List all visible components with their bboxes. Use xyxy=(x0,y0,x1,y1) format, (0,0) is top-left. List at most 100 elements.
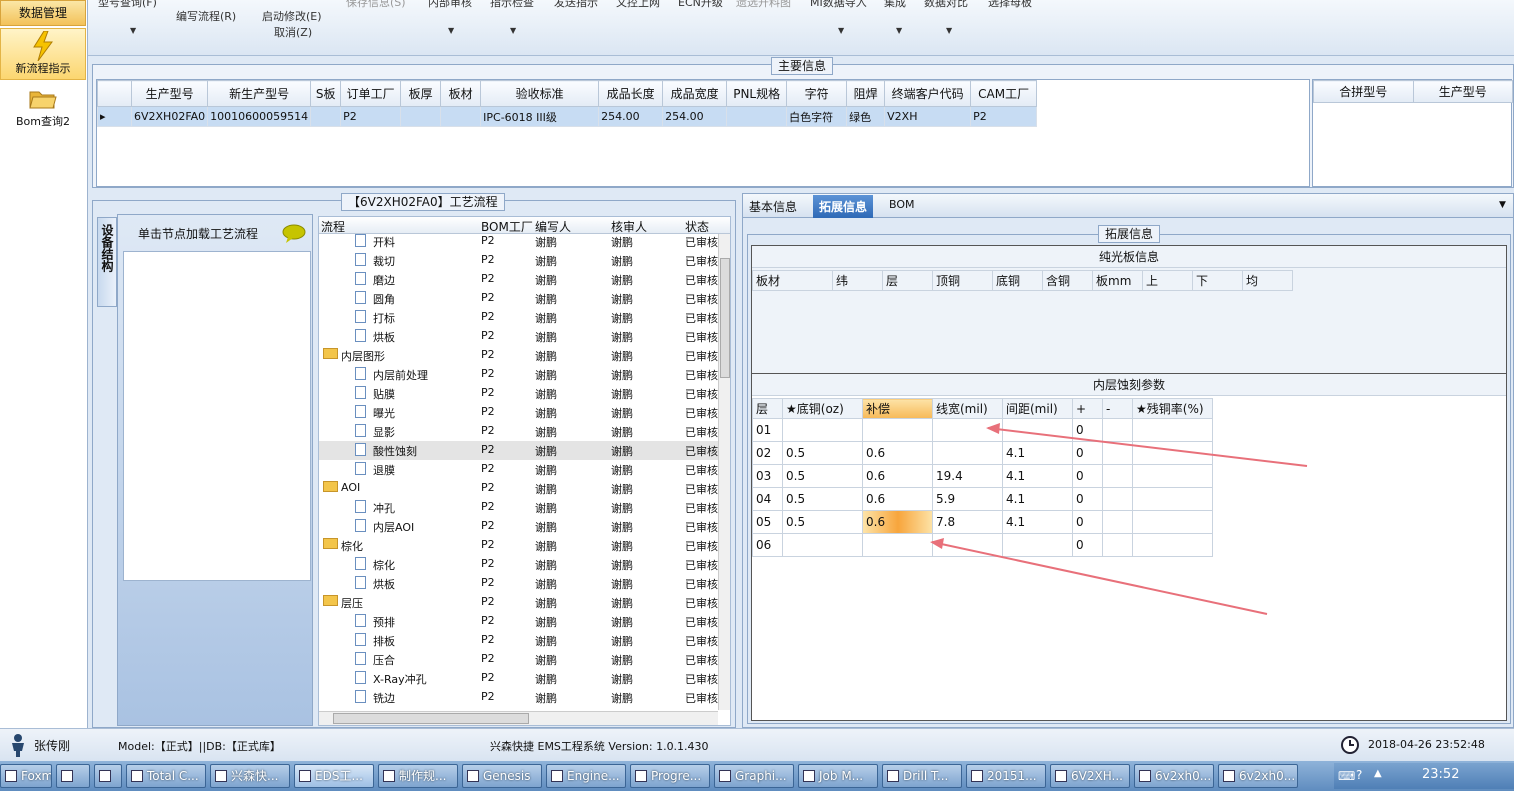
tree-row[interactable]: 贴膜 P2 谢鹏 谢鹏 已审核 xyxy=(319,384,719,403)
tree-row[interactable]: 裁切 P2 谢鹏 谢鹏 已审核 xyxy=(319,251,719,270)
cell[interactable]: P2 xyxy=(340,106,402,127)
toolbar-cancel[interactable]: 取消(Z) xyxy=(274,24,312,40)
toolbar-cutting-chart[interactable]: 遗选开料图 xyxy=(736,0,791,10)
toolbar-write-process[interactable]: 编写流程(R) xyxy=(176,8,236,24)
toolbar-instruction-check[interactable]: 指示检查 xyxy=(490,0,534,10)
toolbar-send-instruction[interactable]: 发送指示 xyxy=(554,0,598,10)
vertical-scrollbar[interactable] xyxy=(718,234,730,710)
tree-row[interactable]: 内层AOI P2 谢鹏 谢鹏 已审核 xyxy=(319,517,719,536)
col-header[interactable]: 生产型号 xyxy=(130,80,209,107)
cell[interactable]: 绿色 xyxy=(846,106,886,127)
tree-row[interactable]: 预排 P2 谢鹏 谢鹏 已审核 xyxy=(319,612,719,631)
col-header[interactable]: 成品长度 xyxy=(598,80,664,107)
scroll-thumb[interactable] xyxy=(333,713,529,724)
taskbar-button[interactable] xyxy=(94,764,122,788)
tree-row[interactable]: 曝光 P2 谢鹏 谢鹏 已审核 xyxy=(319,403,719,422)
chevron-down-icon[interactable]: ▼ xyxy=(896,26,902,35)
taskbar-button[interactable]: Job M... xyxy=(798,764,878,788)
col-header[interactable]: 新生产型号 xyxy=(207,80,312,107)
col-header[interactable]: 终端客户代码 xyxy=(884,80,972,107)
toolbar-ecn-upgrade[interactable]: ECN升级 xyxy=(678,0,723,10)
tree-row[interactable]: 烘板 P2 谢鹏 谢鹏 已审核 xyxy=(319,574,719,593)
taskbar-button[interactable]: 6v2xh0... xyxy=(1218,764,1298,788)
scroll-thumb[interactable] xyxy=(720,258,730,378)
tree-row[interactable]: 退膜 P2 谢鹏 谢鹏 已审核 xyxy=(319,460,719,479)
horizontal-scrollbar[interactable] xyxy=(319,711,718,725)
cell[interactable] xyxy=(440,106,482,127)
tree-row[interactable]: 层压 P2 谢鹏 谢鹏 已审核 xyxy=(319,593,719,612)
cell[interactable] xyxy=(310,106,342,127)
tree-row[interactable]: 棕化 P2 谢鹏 谢鹏 已审核 xyxy=(319,536,719,555)
cell[interactable] xyxy=(726,106,788,127)
tree-row[interactable]: AOI P2 谢鹏 谢鹏 已审核 xyxy=(319,479,719,498)
col-header[interactable]: 验收标准 xyxy=(480,80,600,107)
toolbar-integrate[interactable]: 集成 xyxy=(884,0,906,10)
cell[interactable]: 254.00 xyxy=(662,106,728,127)
toolbar-doc-online[interactable]: 文控上网 xyxy=(616,0,660,10)
tree-row[interactable]: 铣边 P2 谢鹏 谢鹏 已审核 xyxy=(319,688,719,707)
taskbar-button[interactable]: Foxmail xyxy=(0,764,52,788)
tree-row[interactable]: X-Ray冲孔 P2 谢鹏 谢鹏 已审核 xyxy=(319,669,719,688)
tree-row[interactable]: 压合 P2 谢鹏 谢鹏 已审核 xyxy=(319,650,719,669)
cell[interactable]: 6V2XH02FA0 xyxy=(130,106,209,127)
tree-row[interactable]: 烘板 P2 谢鹏 谢鹏 已审核 xyxy=(319,327,719,346)
tab-bom[interactable]: BOM xyxy=(889,198,915,211)
toolbar-internal-review[interactable]: 内部审核 xyxy=(428,0,472,10)
tree-row[interactable]: 开料 P2 谢鹏 谢鹏 已审核 xyxy=(319,232,719,251)
chevron-down-icon[interactable]: ▼ xyxy=(510,26,516,35)
taskbar-button[interactable]: EDS工... xyxy=(294,764,374,788)
chevron-down-icon[interactable]: ▼ xyxy=(130,26,136,35)
taskbar-button[interactable]: Engine... xyxy=(546,764,626,788)
cell[interactable]: 白色字符 xyxy=(786,106,848,127)
col-header[interactable]: 订单工厂 xyxy=(340,80,402,107)
taskbar-button[interactable]: Total C... xyxy=(126,764,206,788)
toolbar-model-query[interactable]: 型号查询(F) xyxy=(98,0,157,10)
tree-row[interactable]: 酸性蚀刻 P2 谢鹏 谢鹏 已审核 xyxy=(319,441,719,460)
chevron-down-icon[interactable]: ▼ xyxy=(838,26,844,35)
cell[interactable]: 254.00 xyxy=(598,106,664,127)
cell[interactable]: 10010600059514 xyxy=(207,106,312,127)
chevron-down-icon[interactable]: ▼ xyxy=(946,26,952,35)
col-header[interactable]: 成品宽度 xyxy=(662,80,728,107)
cell[interactable]: IPC-6018 III级 xyxy=(480,106,600,127)
toolbar-save[interactable]: 保存信息(S) xyxy=(346,0,406,10)
col-header[interactable]: 生产型号 xyxy=(1412,80,1513,103)
col-header[interactable]: 合拼型号 xyxy=(1313,80,1414,103)
tree-row[interactable]: 显影 P2 谢鹏 谢鹏 已审核 xyxy=(319,422,719,441)
taskbar-button[interactable] xyxy=(56,764,90,788)
chevron-down-icon[interactable]: ▼ xyxy=(1499,200,1506,210)
keyboard-icon[interactable]: ⌨ xyxy=(1338,769,1355,783)
taskbar-button[interactable]: 6V2XH... xyxy=(1050,764,1130,788)
taskbar-button[interactable]: 20151... xyxy=(966,764,1046,788)
table-row[interactable]: ▸ 6V2XH02FA0 10010600059514 P2 IPC-6018 … xyxy=(97,106,1038,127)
tree-row[interactable]: 内层前处理 P2 谢鹏 谢鹏 已审核 xyxy=(319,365,719,384)
tab-device-structure[interactable]: 设备结构 xyxy=(97,217,117,307)
col-header[interactable]: 板厚 xyxy=(400,80,442,107)
col-header[interactable]: 字符 xyxy=(786,80,848,107)
col-header[interactable]: PNL规格 xyxy=(726,80,788,107)
nav-header[interactable]: 数据管理 xyxy=(0,0,86,26)
taskbar-button[interactable]: Progre... xyxy=(630,764,710,788)
taskbar-button[interactable]: Drill T... xyxy=(882,764,962,788)
col-header[interactable]: 阻焊 xyxy=(846,80,886,107)
taskbar-button[interactable]: Genesis xyxy=(462,764,542,788)
col-header[interactable]: S板 xyxy=(310,80,342,107)
toolbar-select-motherboard[interactable]: 选择母板 xyxy=(988,0,1032,10)
toolbar-start-edit[interactable]: 启动修改(E) xyxy=(262,8,322,24)
tab-extended-info[interactable]: 拓展信息 xyxy=(813,195,874,218)
help-icon[interactable]: ? xyxy=(1356,768,1362,782)
nav-item-new-process[interactable]: 新流程指示 xyxy=(0,28,86,80)
cell[interactable] xyxy=(400,106,442,127)
taskbar-button[interactable]: 兴森快... xyxy=(210,764,290,788)
taskbar-button[interactable]: 制作规... xyxy=(378,764,458,788)
tree-row[interactable]: 排板 P2 谢鹏 谢鹏 已审核 xyxy=(319,631,719,650)
toolbar-data-compare[interactable]: 数据对比 xyxy=(924,0,968,10)
taskbar-button[interactable]: 6v2xh0... xyxy=(1134,764,1214,788)
taskbar-button[interactable]: Graphi... xyxy=(714,764,794,788)
tray-arrow-icon[interactable]: ▲ xyxy=(1374,768,1382,779)
tree-row[interactable]: 棕化 P2 谢鹏 谢鹏 已审核 xyxy=(319,555,719,574)
tree-row[interactable]: 打标 P2 谢鹏 谢鹏 已审核 xyxy=(319,308,719,327)
tree-row[interactable]: 磨边 P2 谢鹏 谢鹏 已审核 xyxy=(319,270,719,289)
cell[interactable]: V2XH xyxy=(884,106,972,127)
toolbar-mi-import[interactable]: MI数据导入 xyxy=(810,0,867,10)
